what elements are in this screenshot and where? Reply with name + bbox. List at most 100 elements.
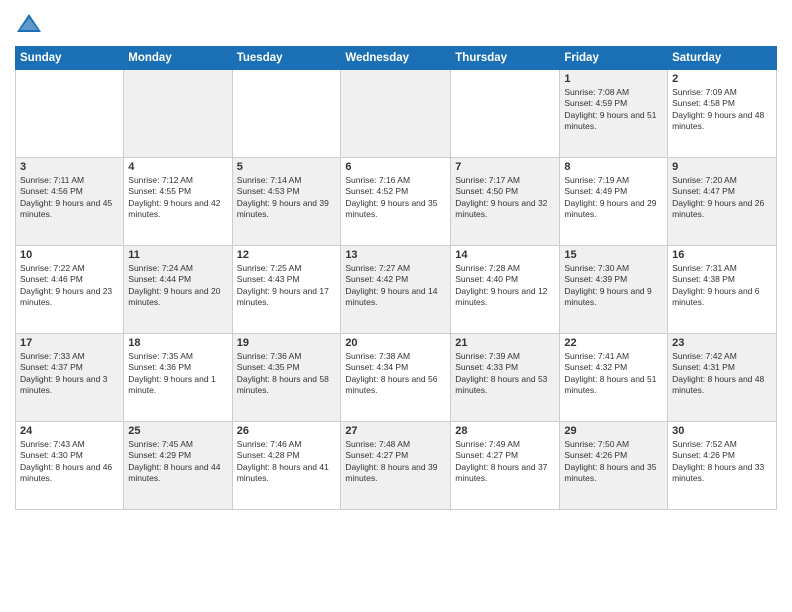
calendar-cell: 24 Sunrise: 7:43 AM Sunset: 4:30 PM Dayl… — [16, 422, 124, 510]
sunrise-label: Sunrise: 7:38 AM — [345, 351, 410, 361]
calendar-cell: 12 Sunrise: 7:25 AM Sunset: 4:43 PM Dayl… — [232, 246, 341, 334]
calendar-cell: 1 Sunrise: 7:08 AM Sunset: 4:59 PM Dayli… — [560, 70, 668, 158]
day-info: Sunrise: 7:22 AM Sunset: 4:46 PM Dayligh… — [20, 263, 119, 309]
sunrise-label: Sunrise: 7:22 AM — [20, 263, 85, 273]
day-info: Sunrise: 7:48 AM Sunset: 4:27 PM Dayligh… — [345, 439, 446, 485]
sunrise-label: Sunrise: 7:50 AM — [564, 439, 629, 449]
sunset-label: Sunset: 4:59 PM — [564, 98, 627, 108]
daylight-label: Daylight: 9 hours and 1 minute. — [128, 374, 215, 395]
calendar-cell: 21 Sunrise: 7:39 AM Sunset: 4:33 PM Dayl… — [451, 334, 560, 422]
day-number: 4 — [128, 161, 227, 173]
calendar-cell: 15 Sunrise: 7:30 AM Sunset: 4:39 PM Dayl… — [560, 246, 668, 334]
daylight-label: Daylight: 8 hours and 39 minutes. — [345, 462, 437, 483]
daylight-label: Daylight: 8 hours and 53 minutes. — [455, 374, 547, 395]
day-info: Sunrise: 7:33 AM Sunset: 4:37 PM Dayligh… — [20, 351, 119, 397]
daylight-label: Daylight: 9 hours and 42 minutes. — [128, 198, 220, 219]
sunset-label: Sunset: 4:43 PM — [237, 274, 300, 284]
day-info: Sunrise: 7:42 AM Sunset: 4:31 PM Dayligh… — [672, 351, 772, 397]
day-number: 24 — [20, 425, 119, 437]
calendar-cell: 5 Sunrise: 7:14 AM Sunset: 4:53 PM Dayli… — [232, 158, 341, 246]
header — [15, 10, 777, 38]
daylight-label: Daylight: 9 hours and 51 minutes. — [564, 110, 656, 131]
day-number: 7 — [455, 161, 555, 173]
sunset-label: Sunset: 4:44 PM — [128, 274, 191, 284]
logo-icon — [15, 10, 43, 38]
sunset-label: Sunset: 4:26 PM — [564, 450, 627, 460]
day-number: 9 — [672, 161, 772, 173]
daylight-label: Daylight: 9 hours and 9 minutes. — [564, 286, 651, 307]
day-info: Sunrise: 7:16 AM Sunset: 4:52 PM Dayligh… — [345, 175, 446, 221]
sunset-label: Sunset: 4:27 PM — [345, 450, 408, 460]
day-info: Sunrise: 7:14 AM Sunset: 4:53 PM Dayligh… — [237, 175, 337, 221]
calendar-week-4: 24 Sunrise: 7:43 AM Sunset: 4:30 PM Dayl… — [16, 422, 777, 510]
day-number: 3 — [20, 161, 119, 173]
calendar-week-0: 1 Sunrise: 7:08 AM Sunset: 4:59 PM Dayli… — [16, 70, 777, 158]
calendar-cell: 17 Sunrise: 7:33 AM Sunset: 4:37 PM Dayl… — [16, 334, 124, 422]
calendar-cell: 30 Sunrise: 7:52 AM Sunset: 4:26 PM Dayl… — [668, 422, 777, 510]
day-info: Sunrise: 7:27 AM Sunset: 4:42 PM Dayligh… — [345, 263, 446, 309]
daylight-label: Daylight: 9 hours and 23 minutes. — [20, 286, 112, 307]
day-number: 12 — [237, 249, 337, 261]
day-info: Sunrise: 7:20 AM Sunset: 4:47 PM Dayligh… — [672, 175, 772, 221]
calendar-cell — [16, 70, 124, 158]
day-info: Sunrise: 7:36 AM Sunset: 4:35 PM Dayligh… — [237, 351, 337, 397]
daylight-label: Daylight: 8 hours and 33 minutes. — [672, 462, 764, 483]
sunrise-label: Sunrise: 7:46 AM — [237, 439, 302, 449]
calendar-cell — [341, 70, 451, 158]
calendar-cell: 23 Sunrise: 7:42 AM Sunset: 4:31 PM Dayl… — [668, 334, 777, 422]
day-number: 30 — [672, 425, 772, 437]
sunrise-label: Sunrise: 7:19 AM — [564, 175, 629, 185]
day-number: 21 — [455, 337, 555, 349]
day-number: 19 — [237, 337, 337, 349]
day-info: Sunrise: 7:38 AM Sunset: 4:34 PM Dayligh… — [345, 351, 446, 397]
calendar-cell: 22 Sunrise: 7:41 AM Sunset: 4:32 PM Dayl… — [560, 334, 668, 422]
daylight-label: Daylight: 9 hours and 32 minutes. — [455, 198, 547, 219]
weekday-row: Sunday Monday Tuesday Wednesday Thursday… — [16, 47, 777, 70]
sunrise-label: Sunrise: 7:43 AM — [20, 439, 85, 449]
sunrise-label: Sunrise: 7:09 AM — [672, 87, 737, 97]
sunset-label: Sunset: 4:32 PM — [564, 362, 627, 372]
day-number: 25 — [128, 425, 227, 437]
th-wednesday: Wednesday — [341, 47, 451, 70]
sunrise-label: Sunrise: 7:24 AM — [128, 263, 193, 273]
daylight-label: Daylight: 9 hours and 29 minutes. — [564, 198, 656, 219]
th-tuesday: Tuesday — [232, 47, 341, 70]
sunrise-label: Sunrise: 7:41 AM — [564, 351, 629, 361]
sunset-label: Sunset: 4:55 PM — [128, 186, 191, 196]
sunset-label: Sunset: 4:53 PM — [237, 186, 300, 196]
sunrise-label: Sunrise: 7:45 AM — [128, 439, 193, 449]
daylight-label: Daylight: 9 hours and 39 minutes. — [237, 198, 329, 219]
day-info: Sunrise: 7:30 AM Sunset: 4:39 PM Dayligh… — [564, 263, 663, 309]
sunset-label: Sunset: 4:27 PM — [455, 450, 518, 460]
daylight-label: Daylight: 9 hours and 6 minutes. — [672, 286, 759, 307]
sunrise-label: Sunrise: 7:39 AM — [455, 351, 520, 361]
sunrise-label: Sunrise: 7:31 AM — [672, 263, 737, 273]
daylight-label: Daylight: 8 hours and 56 minutes. — [345, 374, 437, 395]
day-info: Sunrise: 7:52 AM Sunset: 4:26 PM Dayligh… — [672, 439, 772, 485]
calendar-cell: 9 Sunrise: 7:20 AM Sunset: 4:47 PM Dayli… — [668, 158, 777, 246]
daylight-label: Daylight: 8 hours and 37 minutes. — [455, 462, 547, 483]
sunrise-label: Sunrise: 7:14 AM — [237, 175, 302, 185]
day-number: 29 — [564, 425, 663, 437]
calendar-cell: 6 Sunrise: 7:16 AM Sunset: 4:52 PM Dayli… — [341, 158, 451, 246]
day-info: Sunrise: 7:25 AM Sunset: 4:43 PM Dayligh… — [237, 263, 337, 309]
th-friday: Friday — [560, 47, 668, 70]
daylight-label: Daylight: 9 hours and 35 minutes. — [345, 198, 437, 219]
sunrise-label: Sunrise: 7:17 AM — [455, 175, 520, 185]
sunrise-label: Sunrise: 7:36 AM — [237, 351, 302, 361]
daylight-label: Daylight: 9 hours and 14 minutes. — [345, 286, 437, 307]
daylight-label: Daylight: 8 hours and 41 minutes. — [237, 462, 329, 483]
day-number: 17 — [20, 337, 119, 349]
page: Sunday Monday Tuesday Wednesday Thursday… — [0, 0, 792, 612]
sunrise-label: Sunrise: 7:20 AM — [672, 175, 737, 185]
calendar-cell: 20 Sunrise: 7:38 AM Sunset: 4:34 PM Dayl… — [341, 334, 451, 422]
daylight-label: Daylight: 9 hours and 12 minutes. — [455, 286, 547, 307]
calendar-cell: 7 Sunrise: 7:17 AM Sunset: 4:50 PM Dayli… — [451, 158, 560, 246]
sunrise-label: Sunrise: 7:16 AM — [345, 175, 410, 185]
day-info: Sunrise: 7:11 AM Sunset: 4:56 PM Dayligh… — [20, 175, 119, 221]
calendar-cell: 10 Sunrise: 7:22 AM Sunset: 4:46 PM Dayl… — [16, 246, 124, 334]
calendar-cell: 19 Sunrise: 7:36 AM Sunset: 4:35 PM Dayl… — [232, 334, 341, 422]
daylight-label: Daylight: 9 hours and 20 minutes. — [128, 286, 220, 307]
sunset-label: Sunset: 4:33 PM — [455, 362, 518, 372]
sunset-label: Sunset: 4:58 PM — [672, 98, 735, 108]
